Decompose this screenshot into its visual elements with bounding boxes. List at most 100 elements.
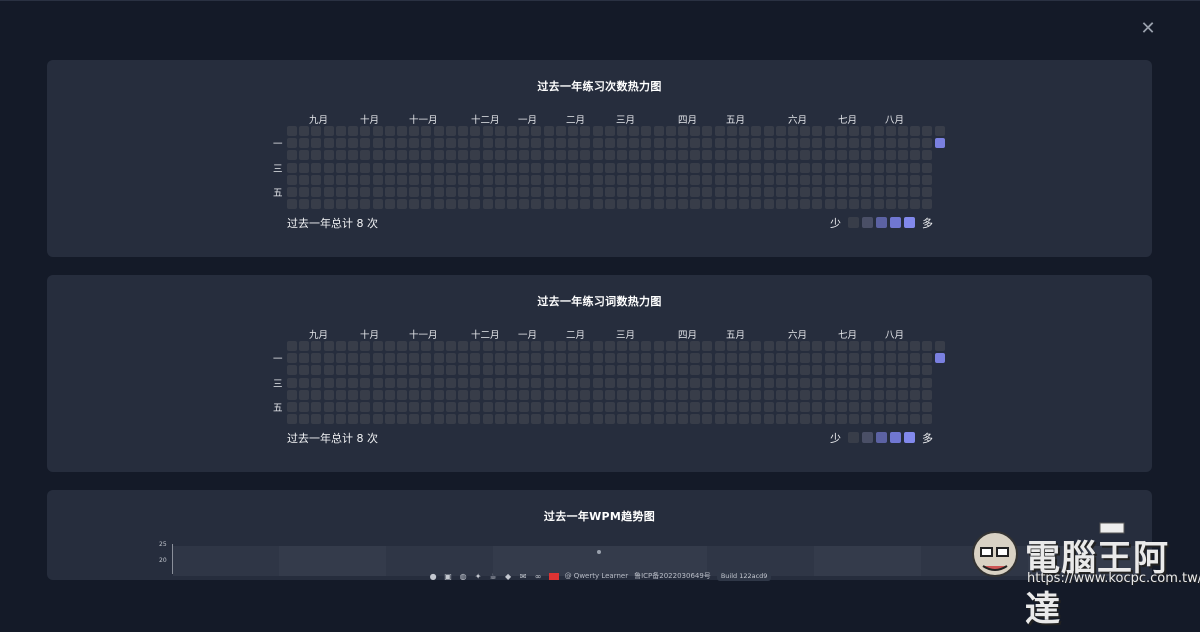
heatmap-cell[interactable] [812,365,823,376]
heatmap-cell[interactable] [714,353,725,364]
heatmap-cell[interactable] [287,199,297,210]
heatmap-cell[interactable] [360,402,371,413]
heatmap-cell[interactable] [898,174,908,185]
heatmap-cell[interactable] [458,341,469,351]
heatmap-cell[interactable] [494,414,505,425]
heatmap-cell[interactable] [519,162,530,173]
heatmap-cell[interactable] [898,377,908,388]
heatmap-cell[interactable] [482,126,493,136]
heatmap-cell[interactable] [445,138,456,149]
heatmap-cell[interactable] [653,126,664,136]
heatmap-cell[interactable] [788,174,799,185]
heatmap-cell[interactable] [861,365,872,376]
heatmap-cell[interactable] [482,150,493,161]
heatmap-cell[interactable] [763,199,774,210]
heatmap-cell[interactable] [555,174,566,185]
heatmap-cell[interactable] [861,126,872,136]
heatmap-cell[interactable] [873,174,884,185]
heatmap-cell[interactable] [519,353,530,364]
heatmap-cell[interactable] [836,353,847,364]
heatmap-cell[interactable] [323,414,334,425]
heatmap-cell[interactable] [861,414,872,425]
close-icon[interactable]: ✕ [1138,19,1158,39]
heatmap-cell[interactable] [299,150,310,161]
heatmap-cell[interactable] [849,174,860,185]
heatmap-cell[interactable] [836,414,847,425]
heatmap-cell[interactable] [360,365,371,376]
heatmap-cell[interactable] [641,389,652,400]
heatmap-cell[interactable] [763,414,774,425]
heatmap-cell[interactable] [396,199,407,210]
heatmap-cell[interactable] [910,353,921,364]
heatmap-cell[interactable] [555,199,566,210]
heatmap-cell[interactable] [396,187,407,198]
heatmap-cell[interactable] [849,365,860,376]
heatmap-cell[interactable] [335,187,346,198]
heatmap-cell[interactable] [800,162,811,173]
heatmap-cell[interactable] [311,389,322,400]
heatmap-cell[interactable] [555,377,566,388]
heatmap-cell[interactable] [788,138,799,149]
heatmap-cell[interactable] [360,414,371,425]
heatmap-cell[interactable] [568,174,579,185]
heatmap-cell[interactable] [421,199,432,210]
heatmap-cell[interactable] [812,138,823,149]
heatmap-cell[interactable] [910,199,921,210]
heatmap-cell[interactable] [299,126,310,136]
heatmap-cell[interactable] [360,341,371,351]
heatmap-cell[interactable] [421,162,432,173]
heatmap-cell[interactable] [433,174,444,185]
heatmap-cell[interactable] [714,174,725,185]
heatmap-cell[interactable] [531,150,542,161]
heatmap-cell[interactable] [726,414,737,425]
heatmap-cell[interactable] [885,199,896,210]
heatmap-cell[interactable] [836,377,847,388]
heatmap-cell[interactable] [299,187,310,198]
heatmap-cell[interactable] [323,187,334,198]
heatmap-cell[interactable] [629,402,640,413]
heatmap-cell[interactable] [861,150,872,161]
heatmap-cell[interactable] [812,126,823,136]
heatmap-cell[interactable] [702,353,713,364]
heatmap-cell[interactable] [287,365,297,376]
heatmap-cell[interactable] [824,414,835,425]
heatmap-cell[interactable] [543,150,554,161]
heatmap-cell[interactable] [824,126,835,136]
heatmap-cell[interactable] [922,187,933,198]
heatmap-cell[interactable] [763,389,774,400]
heatmap-cell[interactable] [849,187,860,198]
heatmap-cell[interactable] [421,377,432,388]
heatmap-cell[interactable] [934,341,945,351]
heatmap-cell[interactable] [702,126,713,136]
heatmap-cell[interactable] [641,199,652,210]
heatmap-cell[interactable] [898,402,908,413]
heatmap-cell[interactable] [812,377,823,388]
heatmap-cell[interactable] [580,162,591,173]
heatmap-cell[interactable] [580,353,591,364]
heatmap-cell[interactable] [580,174,591,185]
heatmap-cell[interactable] [421,187,432,198]
heatmap-cell[interactable] [299,162,310,173]
heatmap-cell[interactable] [690,377,701,388]
heatmap-cell[interactable] [726,365,737,376]
heatmap-cell[interactable] [372,365,383,376]
heatmap-cell[interactable] [910,389,921,400]
heatmap-cell[interactable] [494,365,505,376]
heatmap-cell[interactable] [470,377,481,388]
heatmap-cell[interactable] [458,353,469,364]
heatmap-cell[interactable] [458,162,469,173]
heatmap-cell[interactable] [751,402,762,413]
heatmap-cell[interactable] [788,365,799,376]
heatmap-cell[interactable] [788,199,799,210]
heatmap-cell[interactable] [616,126,627,136]
heatmap-cell[interactable] [360,138,371,149]
heatmap-cell[interactable] [800,389,811,400]
heatmap-cell[interactable] [665,174,676,185]
heatmap-cell[interactable] [519,365,530,376]
heatmap-cell[interactable] [360,187,371,198]
heatmap-cell[interactable] [384,150,395,161]
heatmap-cell[interactable] [348,138,359,149]
heatmap-cell[interactable] [360,353,371,364]
heatmap-cell[interactable] [702,402,713,413]
heatmap-cell[interactable] [519,174,530,185]
